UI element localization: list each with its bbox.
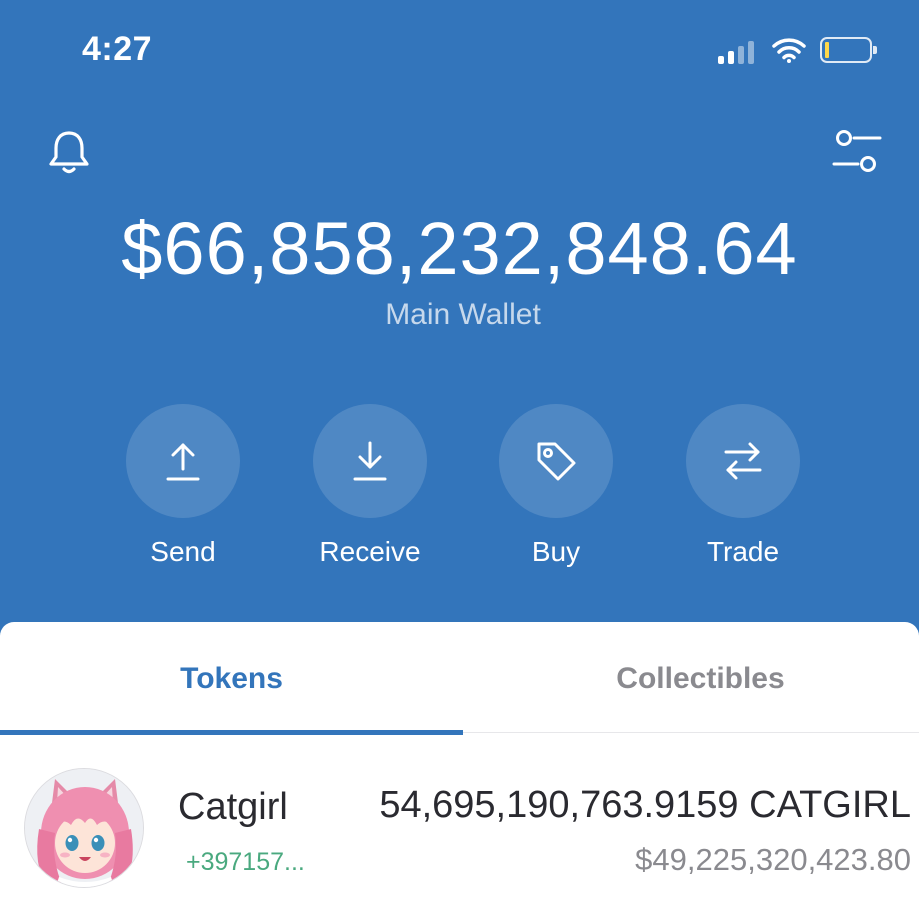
notification-bell-icon[interactable] bbox=[46, 128, 92, 176]
send-button[interactable]: Send bbox=[103, 404, 263, 568]
trade-button[interactable]: Trade bbox=[663, 404, 823, 568]
catgirl-avatar-icon bbox=[25, 769, 143, 887]
assets-sheet: Tokens Collectibles Catgirl +397157... 5… bbox=[0, 622, 919, 919]
upload-arrow-icon bbox=[166, 443, 200, 481]
swap-arrows-icon bbox=[724, 442, 762, 480]
tab-divider bbox=[463, 732, 919, 733]
trade-label: Trade bbox=[706, 536, 780, 567]
token-price-change: +397157... bbox=[186, 848, 305, 876]
download-arrow-icon bbox=[353, 441, 387, 481]
token-row-catgirl[interactable]: Catgirl +397157... 54,695,190,763.9159 C… bbox=[0, 762, 919, 919]
tab-tokens[interactable]: Tokens bbox=[0, 662, 463, 696]
token-name: Catgirl bbox=[178, 786, 288, 828]
tab-collectibles[interactable]: Collectibles bbox=[463, 662, 919, 696]
battery-icon bbox=[820, 37, 877, 63]
settings-sliders-icon[interactable] bbox=[830, 126, 884, 178]
token-fiat-value: $49,225,320,423.80 bbox=[635, 842, 911, 877]
catgirl-avatar bbox=[24, 768, 144, 888]
buy-button[interactable]: Buy bbox=[476, 404, 636, 568]
wallet-header: 4:27 $66,858,232,848.64 Main Wallet Send… bbox=[0, 0, 919, 640]
wallet-name[interactable]: Main Wallet bbox=[0, 298, 919, 332]
active-tab-indicator bbox=[0, 730, 463, 735]
trade-circle[interactable] bbox=[686, 404, 800, 518]
cellular-signal-icon bbox=[718, 36, 754, 64]
token-amount: 54,695,190,763.9159 CATGIRL bbox=[379, 784, 911, 826]
status-time: 4:27 bbox=[82, 30, 153, 68]
wifi-icon bbox=[772, 38, 806, 63]
receive-button[interactable]: Receive bbox=[290, 404, 450, 568]
receive-circle[interactable] bbox=[313, 404, 427, 518]
buy-label: Buy bbox=[531, 536, 581, 567]
receive-label: Receive bbox=[319, 536, 421, 567]
tag-icon bbox=[537, 442, 576, 481]
send-label: Send bbox=[150, 536, 216, 567]
buy-circle[interactable] bbox=[499, 404, 613, 518]
status-indicators bbox=[718, 36, 877, 64]
wallet-balance: $66,858,232,848.64 bbox=[121, 207, 798, 290]
send-circle[interactable] bbox=[126, 404, 240, 518]
